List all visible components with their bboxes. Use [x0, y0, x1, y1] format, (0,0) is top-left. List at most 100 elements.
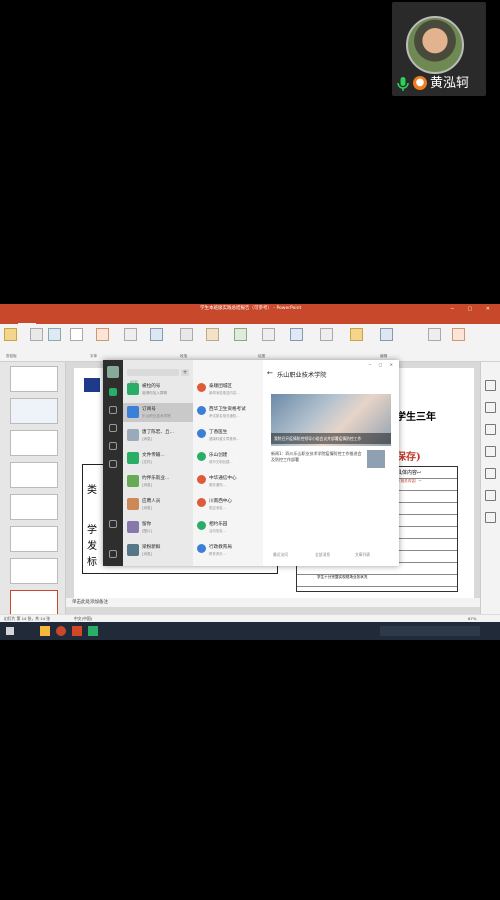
format-icon[interactable] [485, 402, 496, 413]
animation-pane-icon[interactable] [485, 424, 496, 435]
find-icon[interactable] [262, 328, 275, 341]
account-name: 相约乐园 [209, 522, 228, 527]
subscription-item[interactable]: 行政教育局 教育资讯... [193, 541, 263, 559]
explorer-icon[interactable] [40, 626, 50, 636]
slide-thumbnail[interactable] [10, 494, 58, 520]
paste-icon[interactable] [4, 328, 17, 341]
chrome-icon[interactable] [56, 626, 66, 636]
powerpoint-icon[interactable] [72, 626, 82, 636]
table-subheader: （相关内容）↩ [397, 479, 422, 484]
article-thumbnail[interactable] [367, 450, 385, 468]
start-icon[interactable] [6, 627, 14, 635]
account-preview: 健康科普文章推荐... [209, 437, 240, 441]
chat-list-item[interactable]: 约伴乐就业... [消息] [123, 472, 193, 491]
slide-thumbnail[interactable] [10, 526, 58, 552]
account-preview: 服务通知... [209, 483, 226, 487]
slide-thumbnail[interactable] [10, 462, 58, 488]
designer-icon[interactable] [380, 328, 393, 341]
chat-name: 留你 [142, 522, 152, 527]
subscription-item[interactable]: 乐山创建 城市文明创建... [193, 449, 263, 467]
account-name: 川南西中心 [209, 499, 232, 504]
slide-thumbnail[interactable] [10, 366, 58, 392]
design-ideas-icon[interactable] [485, 380, 496, 391]
arrange-icon[interactable] [206, 328, 219, 341]
replace-icon[interactable] [290, 328, 303, 341]
account-icon [197, 498, 206, 507]
slide-thumbnail[interactable] [10, 430, 58, 456]
more-tools-icon[interactable] [485, 512, 496, 523]
subscription-item[interactable]: 丁香医生 健康科普文章推荐... [193, 426, 263, 444]
microphone-icon[interactable] [396, 76, 410, 92]
layout-icon[interactable] [48, 328, 61, 341]
quick-styles-icon[interactable] [234, 328, 247, 341]
share-icon[interactable] [350, 328, 363, 341]
account-icon [197, 383, 206, 392]
slide-thumbnail-active[interactable] [10, 590, 58, 616]
participant-name: 黄泓轲 [430, 76, 470, 91]
search-input[interactable]: 搜索 [127, 369, 179, 385]
article-description[interactable]: 新闻1：四川乐山职业技术学院疫情防控工作推进会 及防控工作部署 [271, 451, 363, 462]
slide-thumbnail[interactable] [10, 398, 58, 424]
moments-icon[interactable] [109, 460, 117, 468]
subscription-item[interactable]: 泰顺团城区 新闻消息推送内容... [193, 380, 263, 398]
window-controls[interactable]: ─ ▢ ✕ [451, 304, 496, 314]
group-paragraph: 段落 [180, 354, 188, 358]
select-icon[interactable] [320, 328, 333, 341]
chat-list-item[interactable]: 被拉的号 邀请你加入群聊 [123, 380, 193, 399]
chat-preview: [图片] [142, 529, 152, 533]
footer-menu-item[interactable]: 全部消息 [315, 550, 330, 560]
files-icon[interactable] [109, 442, 117, 450]
footer-menu-item[interactable]: 文章列表 [355, 550, 370, 560]
subscription-item[interactable]: 川南西中心 推送消息... [193, 495, 263, 513]
account-preview: 考试报名相关通知... [209, 414, 240, 418]
article-account-title: 乐山职业技术学院 [277, 372, 327, 379]
office-icon[interactable] [428, 328, 441, 341]
align-icon[interactable] [124, 328, 137, 341]
chat-list-item[interactable]: 订阅号 乐山职业技术学院 [123, 403, 193, 422]
article-caption[interactable]: 我院召开疫情防控领导小组会议并部署疫情防控工作 [271, 433, 391, 444]
subscription-item[interactable]: 西华卫生资格考试 考试报名相关通知... [193, 403, 263, 421]
table-footer-cell: 学生十分完整实现现场业务状况 [317, 575, 368, 580]
slide-save-label: 保存) [396, 452, 421, 463]
bullets-icon[interactable] [150, 328, 163, 341]
chat-name: 唐丁陈宏、丘... [142, 430, 174, 435]
slide-thumbnails [0, 362, 66, 628]
subscription-item[interactable]: 相约乐园 活动信息... [193, 518, 263, 536]
favorites-icon[interactable] [109, 424, 117, 432]
slide-sorter-icon[interactable] [485, 490, 496, 501]
text-color-icon[interactable] [96, 328, 109, 341]
mini-program-icon[interactable] [109, 520, 117, 528]
participant-tile[interactable]: ● 黄泓轲 [392, 2, 486, 96]
system-tray[interactable] [380, 626, 480, 636]
slide-cell-text: 标 [87, 557, 97, 568]
selection-pane-icon[interactable] [485, 446, 496, 457]
chat-list-item[interactable]: 梁粉新鲜 [消息] [123, 541, 193, 560]
chat-list-item[interactable]: 唐丁陈宏、丘... [消息] [123, 426, 193, 445]
slide-cell-text: 发 [87, 541, 97, 552]
chat-list-item[interactable]: 应聘人员 [消息] [123, 495, 193, 514]
chat-list-item[interactable]: 文件传输... [文件] [123, 449, 193, 468]
account-icon [197, 521, 206, 530]
chat-list-item[interactable]: 留你 [图片] [123, 518, 193, 537]
slide-thumbnail[interactable] [10, 558, 58, 584]
window-controls[interactable]: ─ ▢ ✕ [369, 362, 396, 367]
font-icon[interactable] [70, 328, 83, 341]
subscription-item[interactable]: 中华通信中心 服务通知... [193, 472, 263, 490]
account-icon [197, 406, 206, 415]
shapes-icon[interactable] [180, 328, 193, 341]
avatar [406, 16, 464, 74]
voice-icon[interactable] [452, 328, 465, 341]
meeting-stage: ● 黄泓轲 学生本班级实践总结报告（可参考） - PowerPoint ─ ▢ … [0, 0, 500, 900]
chat-icon[interactable] [109, 388, 117, 396]
back-arrow-icon[interactable]: ← [267, 369, 273, 377]
comments-icon[interactable] [485, 468, 496, 479]
chat-preview: [消息] [142, 483, 152, 487]
contacts-icon[interactable] [109, 406, 117, 414]
footer-menu-item[interactable]: 最近访问 [273, 550, 288, 560]
wechat-avatar[interactable] [107, 366, 119, 378]
add-button[interactable]: + [181, 369, 189, 376]
wechat-icon[interactable] [88, 626, 98, 636]
menu-icon[interactable] [109, 550, 117, 558]
new-slide-icon[interactable] [30, 328, 43, 341]
notes-pane[interactable]: 单击此处添加备注 [66, 598, 480, 607]
